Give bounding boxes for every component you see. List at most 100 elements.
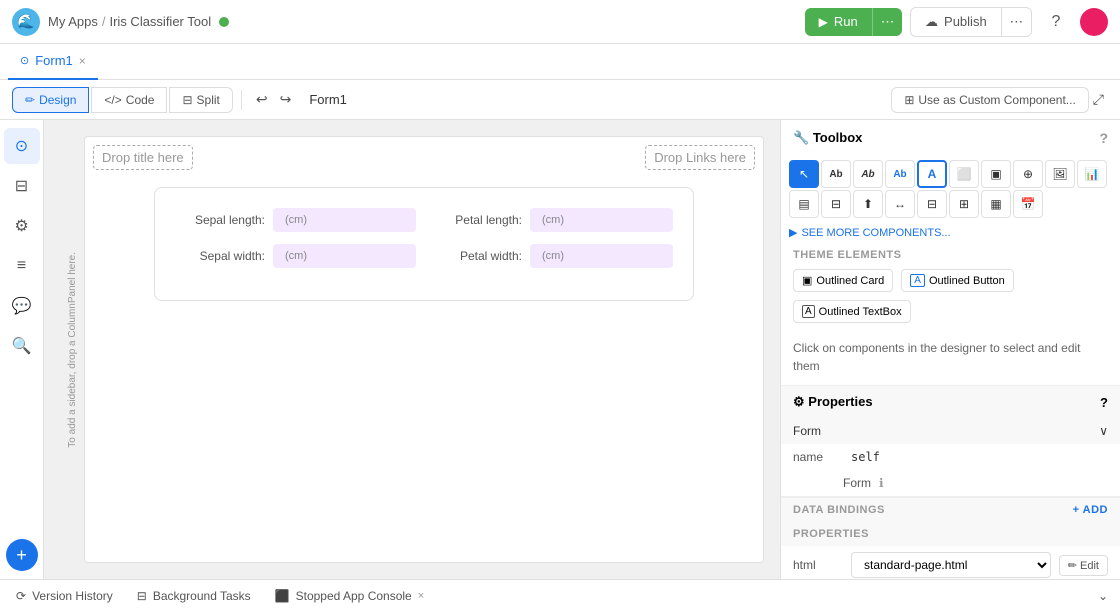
form-collapse-icon[interactable]: ∨ xyxy=(1099,424,1108,438)
tool-spacer[interactable]: ↔ xyxy=(885,190,915,218)
outlined-button-icon: A xyxy=(910,274,925,287)
tool-cursor[interactable]: ↖ xyxy=(789,160,819,188)
petal-length-input[interactable]: (cm) xyxy=(530,208,673,232)
version-history-tab[interactable]: ⟳ Version History xyxy=(12,589,117,603)
run-button[interactable]: ▶ Run xyxy=(805,8,872,36)
tool-image[interactable]: 🖼 xyxy=(1045,160,1075,188)
toolbox-header: 🔧 Toolbox ? xyxy=(781,120,1120,156)
app-console-label: Stopped App Console xyxy=(296,589,412,603)
breadcrumb-tool[interactable]: Iris Classifier Tool xyxy=(109,14,211,29)
sepal-length-label: Sepal length: xyxy=(175,213,265,227)
breadcrumb: My Apps / Iris Classifier Tool xyxy=(48,14,229,29)
theme-outlined-card[interactable]: ▣ Outlined Card xyxy=(793,269,893,292)
form-row-petal-width: Petal width: (cm) xyxy=(432,244,673,268)
tool-calendar[interactable]: 📅 xyxy=(1013,190,1043,218)
tool-table1[interactable]: ▤ xyxy=(789,190,819,218)
help-button[interactable]: ? xyxy=(1040,6,1072,38)
redo-button[interactable]: ↪ xyxy=(274,87,298,112)
avatar[interactable] xyxy=(1080,8,1108,36)
topbar: 🌊 My Apps / Iris Classifier Tool ▶ Run ⋯… xyxy=(0,0,1120,44)
tool-text2[interactable]: Ab xyxy=(853,160,883,188)
form-section-header: Form ∨ xyxy=(781,418,1120,444)
undo-button[interactable]: ↩ xyxy=(250,87,274,112)
bottom-right-chevron[interactable]: ⌄ xyxy=(1098,589,1108,603)
tool-text1[interactable]: Ab xyxy=(821,160,851,188)
toolbar-divider xyxy=(241,90,242,110)
tabbar: ⊙ Form1 × xyxy=(0,44,1120,80)
tool-chart[interactable]: 📊 xyxy=(1077,160,1107,188)
sidebar-icon-settings[interactable]: ⚙ xyxy=(4,208,40,244)
form-card: Sepal length: (cm) Sepal width: (cm) Pet… xyxy=(154,187,694,301)
breadcrumb-app[interactable]: My Apps xyxy=(48,14,98,29)
design-icon: ✏ xyxy=(25,93,35,107)
app-icon: 🌊 xyxy=(12,8,40,36)
background-tasks-tab[interactable]: ⊟ Background Tasks xyxy=(133,589,255,603)
properties-section-label: PROPERTIES xyxy=(793,528,869,540)
tab-close[interactable]: × xyxy=(79,54,86,68)
theme-outlined-textbox[interactable]: A Outlined TextBox xyxy=(793,300,911,323)
use-custom-button[interactable]: ⊞ Use as Custom Component... xyxy=(891,87,1088,113)
tool-box1[interactable]: ⬜ xyxy=(949,160,979,188)
canvas-content[interactable]: Drop title here Drop Links here Sepal le… xyxy=(84,136,764,563)
split-tab[interactable]: ⊟ Split xyxy=(169,87,232,113)
tool-col1[interactable]: ⊟ xyxy=(917,190,947,218)
run-group: ▶ Run ⋯ xyxy=(805,8,902,36)
code-tab[interactable]: </> Code xyxy=(91,87,167,113)
split-icon: ⊟ xyxy=(182,93,192,107)
petal-width-input[interactable]: (cm) xyxy=(530,244,673,268)
chevron-icon: ▶ xyxy=(789,226,797,239)
tool-col3[interactable]: ▦ xyxy=(981,190,1011,218)
edit-button[interactable]: ✏ Edit xyxy=(1059,555,1108,576)
name-row: name self xyxy=(781,444,1120,470)
sidebar-icon-search[interactable]: 🔍 xyxy=(4,328,40,364)
app-console-tab[interactable]: ⬛ Stopped App Console × xyxy=(271,589,428,603)
publish-group: ☁ Publish ⋯ xyxy=(910,7,1032,37)
console-close[interactable]: × xyxy=(418,590,424,602)
publish-button[interactable]: ☁ Publish xyxy=(910,7,1001,37)
add-binding-button[interactable]: + ADD xyxy=(1073,504,1108,516)
drop-title[interactable]: Drop title here xyxy=(93,145,193,170)
version-history-label: Version History xyxy=(32,589,113,603)
use-custom-label: Use as Custom Component... xyxy=(918,93,1075,107)
tool-text3[interactable]: Ab xyxy=(885,160,915,188)
toolbox-grid: ↖ Ab Ab Ab A ⬜ ▣ ⊕ 🖼 📊 ▤ ⊟ ⬆ ↔ ⊟ ⊞ ▦ 📅 xyxy=(781,156,1120,222)
form-info-icon[interactable]: ℹ xyxy=(879,476,884,490)
theme-outlined-button[interactable]: A Outlined Button xyxy=(901,269,1014,292)
side-label-area: To add a sidebar, drop a ColumnPanel her… xyxy=(60,136,84,563)
left-sidebar: ⊙ ⊟ ⚙ ≡ 💬 🔍 + xyxy=(0,120,44,579)
sidebar-icon-list[interactable]: ≡ xyxy=(4,248,40,284)
tool-table2[interactable]: ⊟ xyxy=(821,190,851,218)
tool-upload[interactable]: ⬆ xyxy=(853,190,883,218)
sidebar-icon-data[interactable]: ⊟ xyxy=(4,168,40,204)
console-icon: ⬛ xyxy=(275,589,290,603)
html-select[interactable]: standard-page.html xyxy=(851,552,1051,578)
expand-button[interactable]: ⤢ xyxy=(1089,87,1108,112)
html-row: html standard-page.html ✏ Edit xyxy=(781,546,1120,579)
chevron-down-icon: ⌄ xyxy=(1098,589,1108,603)
tab-form1[interactable]: ⊙ Form1 × xyxy=(8,44,98,80)
topbar-left: 🌊 My Apps / Iris Classifier Tool xyxy=(12,8,229,36)
form-name: Form1 xyxy=(309,92,347,107)
tool-textA[interactable]: A xyxy=(917,160,947,188)
tool-box3[interactable]: ⊕ xyxy=(1013,160,1043,188)
sidebar-fab[interactable]: + xyxy=(6,539,38,571)
properties-help-icon[interactable]: ? xyxy=(1100,395,1108,410)
publish-more-button[interactable]: ⋯ xyxy=(1001,7,1032,37)
sepal-length-input[interactable]: (cm) xyxy=(273,208,416,232)
sepal-width-input[interactable]: (cm) xyxy=(273,244,416,268)
tool-box2[interactable]: ▣ xyxy=(981,160,1011,188)
run-more-button[interactable]: ⋯ xyxy=(872,8,902,36)
theme-label: THEME ELEMENTS xyxy=(781,243,1120,265)
name-value: self xyxy=(851,450,880,464)
form-section-label: Form xyxy=(793,424,821,438)
tool-col2[interactable]: ⊞ xyxy=(949,190,979,218)
sidebar-icon-pages[interactable]: ⊙ xyxy=(4,128,40,164)
design-tab[interactable]: ✏ Design xyxy=(12,87,89,113)
sidebar-icon-chat[interactable]: 💬 xyxy=(4,288,40,324)
toolbox-help-icon[interactable]: ? xyxy=(1099,130,1108,146)
hint-text: Click on components in the designer to s… xyxy=(781,331,1120,385)
status-dot xyxy=(219,17,229,27)
drop-links[interactable]: Drop Links here xyxy=(645,145,755,170)
form-col-right: Petal length: (cm) Petal width: (cm) xyxy=(432,208,673,280)
see-more-components[interactable]: ▶ SEE MORE COMPONENTS... xyxy=(781,222,1120,243)
